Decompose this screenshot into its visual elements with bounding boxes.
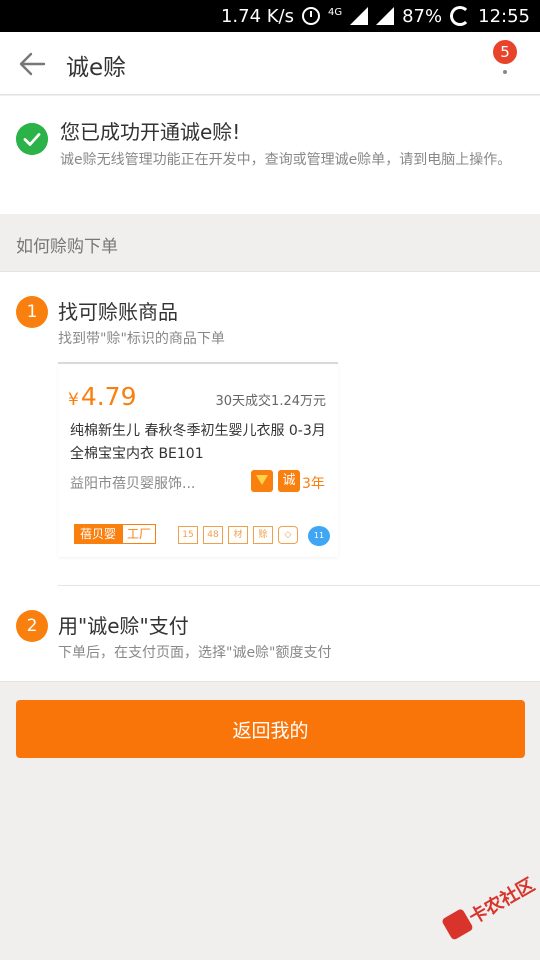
chip-credit: 赊 <box>253 526 273 544</box>
watermark-text: 卡农社区 <box>465 874 539 929</box>
shop-years: 3年 <box>302 476 325 492</box>
signal-icon <box>350 7 369 25</box>
shop-name: 益阳市蓓贝婴服饰... <box>70 476 196 492</box>
battery-level: 87% <box>402 5 443 27</box>
steps-divider <box>58 585 540 586</box>
chip-48: 48 <box>203 526 223 544</box>
network-type: 4G <box>327 6 343 18</box>
step-1-description: 找到带"赊"标识的商品下单 <box>58 331 225 347</box>
section-header-label: 如何赊购下单 <box>16 237 118 257</box>
section-header: 如何赊购下单 <box>0 214 540 272</box>
brand-factory: 工厂 <box>122 524 157 544</box>
more-menu-button[interactable]: 5 <box>490 40 520 84</box>
product-card[interactable]: ¥4.79 30天成交1.24万元 纯棉新生儿 春秋冬季初生婴儿衣服 0-3月全… <box>58 362 338 557</box>
network-speed: 1.74 K/s <box>220 5 294 27</box>
chip-material: 材 <box>228 526 248 544</box>
brand-tag: 蓓贝婴 工厂 <box>74 524 157 544</box>
brand-name: 蓓贝婴 <box>74 524 123 544</box>
clock: 12:55 <box>478 5 530 27</box>
currency-symbol: ¥ <box>68 390 79 410</box>
steps-panel: 1 找可赊账商品 找到带"赊"标识的商品下单 ¥4.79 30天成交1.24万元… <box>0 272 540 682</box>
step-1-title: 找可赊账商品 <box>58 300 178 324</box>
alarm-icon <box>301 7 320 25</box>
return-button[interactable]: 返回我的 <box>16 700 525 758</box>
more-dot-icon <box>503 70 507 74</box>
back-arrow-icon[interactable] <box>18 50 46 78</box>
status-bar-right: 1.74 K/s 4G 87% 12:55 <box>221 0 530 32</box>
status-bar: 1.74 K/s 4G 87% 12:55 <box>0 0 540 32</box>
cheng-badge: 诚 <box>278 470 300 492</box>
notification-badge: 5 <box>493 40 517 64</box>
product-price: ¥4.79 <box>68 382 137 411</box>
price-value: 4.79 <box>80 382 137 411</box>
chat-bubble-icon: 11 <box>308 526 330 546</box>
app-bar: 诚e赊 5 <box>0 32 540 95</box>
page-title: 诚e赊 <box>66 55 127 81</box>
success-title: 您已成功开通诚e赊! <box>60 120 241 144</box>
product-name: 纯棉新生儿 春秋冬季初生婴儿衣服 0-3月全棉宝宝内衣 BE101 <box>70 423 326 462</box>
step-2-title: 用"诚e赊"支付 <box>58 614 189 638</box>
check-circle-icon <box>16 123 48 155</box>
guarantee-icon: ◇ <box>278 526 298 544</box>
shield-badge-icon <box>251 470 273 492</box>
service-chips: 15 48 材 赊 ◇ <box>178 526 298 544</box>
product-sold: 30天成交1.24万元 <box>215 394 327 409</box>
success-panel: 您已成功开通诚e赊! 诚e赊无线管理功能正在开发中，查询或管理诚e赊单，请到电脑… <box>0 96 540 214</box>
watermark: 卡农社区 <box>432 855 540 954</box>
step-2-description: 下单后，在支付页面，选择"诚e赊"额度支付 <box>58 645 332 661</box>
step-1-number: 1 <box>16 296 48 328</box>
battery-ring-icon <box>450 6 471 26</box>
step-2-number: 2 <box>16 610 48 642</box>
success-description: 诚e赊无线管理功能正在开发中，查询或管理诚e赊单，请到电脑上操作。 <box>60 152 512 168</box>
chip-15: 15 <box>178 526 198 544</box>
signal-icon-2 <box>376 7 395 25</box>
